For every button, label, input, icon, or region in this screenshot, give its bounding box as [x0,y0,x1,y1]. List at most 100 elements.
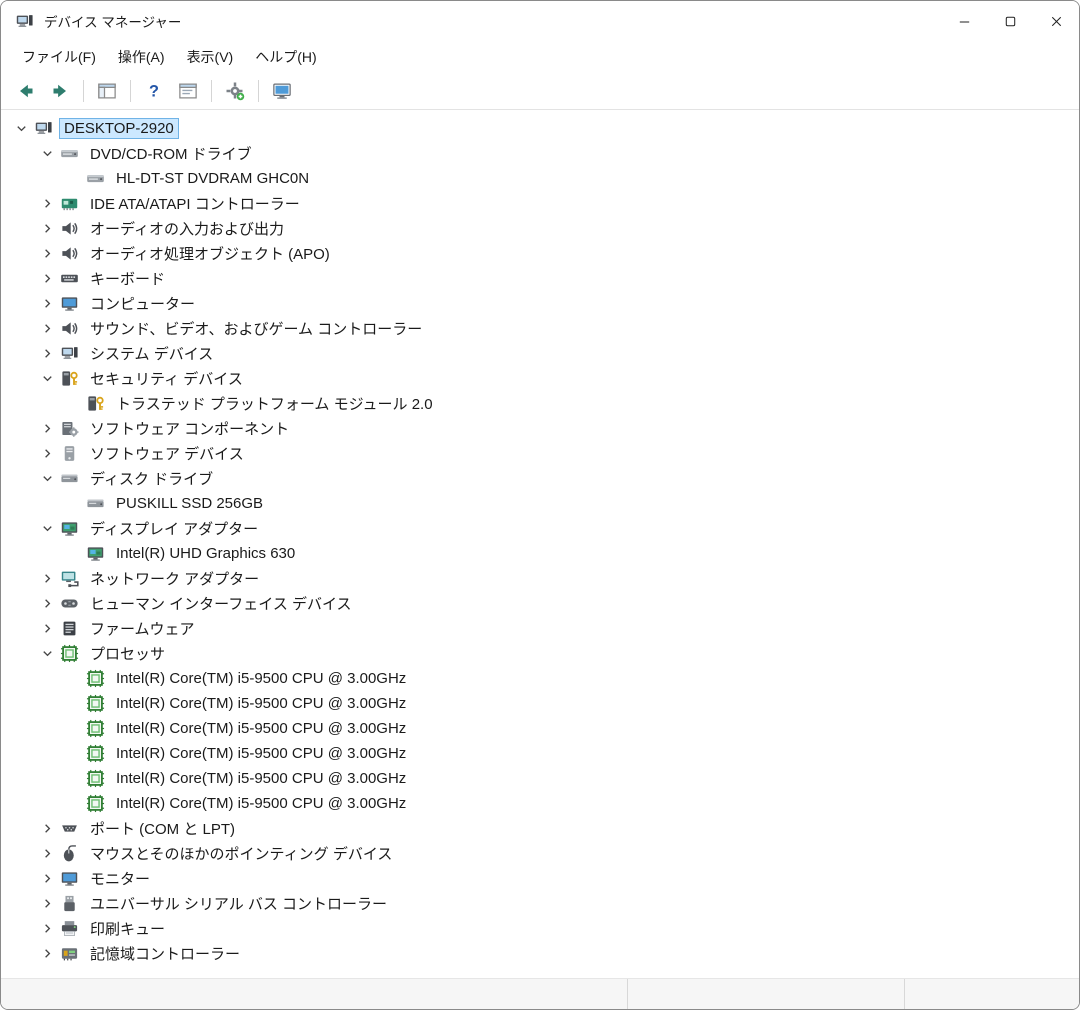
tree-item-label: Intel(R) Core(TM) i5-9500 CPU @ 3.00GHz [116,695,407,712]
tree-item[interactable]: IDE ATA/ATAPI コントローラー [1,191,1079,216]
close-button[interactable] [1033,1,1079,41]
tree-item[interactable]: ディスプレイ アダプター [1,516,1079,541]
tree-item[interactable]: ソフトウェア コンポーネント [1,416,1079,441]
chevron-down-icon[interactable] [35,645,60,663]
menu-help[interactable]: ヘルプ(H) [244,42,327,72]
maximize-button[interactable] [987,1,1033,41]
chevron-down-icon[interactable] [35,470,60,488]
tree-item-label: IDE ATA/ATAPI コントローラー [90,196,300,213]
tree-item[interactable]: ユニバーサル シリアル バス コントローラー [1,891,1079,916]
chevron-right-icon[interactable] [35,270,60,288]
tree-item[interactable]: 印刷キュー [1,916,1079,941]
chevron-right-icon[interactable] [35,895,60,913]
tree-item[interactable]: ネットワーク アダプター [1,566,1079,591]
back-button[interactable] [10,77,42,105]
chevron-right-icon[interactable] [35,570,60,588]
tree-item[interactable]: Intel(R) Core(TM) i5-9500 CPU @ 3.00GHz [1,741,1079,766]
tree-item[interactable]: Intel(R) Core(TM) i5-9500 CPU @ 3.00GHz [1,666,1079,691]
chevron-right-icon[interactable] [35,945,60,963]
tree-item[interactable]: マウスとそのほかのポインティング デバイス [1,841,1079,866]
chevron-down-icon[interactable] [35,520,60,538]
cpu-icon [86,719,105,738]
tree-item[interactable]: ディスク ドライブ [1,466,1079,491]
chevron-right-icon[interactable] [35,920,60,938]
chevron-right-icon[interactable] [35,870,60,888]
tree-item[interactable]: コンピューター [1,291,1079,316]
tree-item[interactable]: Intel(R) Core(TM) i5-9500 CPU @ 3.00GHz [1,766,1079,791]
tree-item[interactable]: オーディオ処理オブジェクト (APO) [1,241,1079,266]
chevron-right-icon[interactable] [35,220,60,238]
tree-item-label: Intel(R) Core(TM) i5-9500 CPU @ 3.00GHz [116,770,407,787]
titlebar[interactable]: デバイス マネージャー [1,1,1079,41]
tree-item[interactable]: トラステッド プラットフォーム モジュール 2.0 [1,391,1079,416]
help-icon: ? [144,81,164,101]
tree-item[interactable]: ソフトウェア デバイス [1,441,1079,466]
chevron-down-icon[interactable] [9,120,34,138]
menu-view[interactable]: 表示(V) [176,42,245,72]
properties-button[interactable] [172,77,204,105]
tree-item[interactable]: オーディオの入力および出力 [1,216,1079,241]
chevron-right-icon[interactable] [35,195,60,213]
chevron-down-icon[interactable] [35,370,60,388]
tree-item[interactable]: Intel(R) UHD Graphics 630 [1,541,1079,566]
chevron-right-icon[interactable] [35,245,60,263]
tree-item-label: DESKTOP-2920 [59,118,179,139]
tree-item[interactable]: Intel(R) Core(TM) i5-9500 CPU @ 3.00GHz [1,791,1079,816]
tree-item[interactable]: PUSKILL SSD 256GB [1,491,1079,516]
security-icon [60,369,79,388]
chevron-right-icon[interactable] [35,420,60,438]
scan-hardware-button[interactable] [219,77,251,105]
chevron-right-icon[interactable] [35,295,60,313]
remote-computer-button[interactable] [266,77,298,105]
tree-item[interactable]: Intel(R) Core(TM) i5-9500 CPU @ 3.00GHz [1,691,1079,716]
chevron-right-icon[interactable] [35,345,60,363]
minimize-button[interactable] [941,1,987,41]
tree-item[interactable]: 記憶域コントローラー [1,941,1079,966]
tree-item[interactable]: モニター [1,866,1079,891]
tree-item[interactable]: HL-DT-ST DVDRAM GHC0N [1,166,1079,191]
menu-file[interactable]: ファイル(F) [11,42,107,72]
show-console-tree-button[interactable] [91,77,123,105]
chevron-down-icon[interactable] [35,145,60,163]
maximize-icon [1003,14,1018,29]
tree-item-label: キーボード [90,271,166,288]
tree-item[interactable]: セキュリティ デバイス [1,366,1079,391]
window-controls [941,1,1079,41]
menu-action[interactable]: 操作(A) [107,42,176,72]
tree-item[interactable]: DVD/CD-ROM ドライブ [1,141,1079,166]
console-tree-icon [97,81,117,101]
tree-item[interactable]: システム デバイス [1,341,1079,366]
chevron-right-icon[interactable] [35,620,60,638]
security-icon [86,394,105,413]
tree-item-label: ディスプレイ アダプター [90,521,259,538]
tree-item-label: DVD/CD-ROM ドライブ [90,146,252,163]
forward-button[interactable] [44,77,76,105]
tree-item[interactable]: キーボード [1,266,1079,291]
tree-item[interactable]: プロセッサ [1,641,1079,666]
sw-device-icon [60,444,79,463]
tree-item[interactable]: DESKTOP-2920 [1,116,1079,141]
chevron-right-icon[interactable] [35,445,60,463]
tree-item[interactable]: ポート (COM と LPT) [1,816,1079,841]
tree-item[interactable]: Intel(R) Core(TM) i5-9500 CPU @ 3.00GHz [1,716,1079,741]
chevron-right-icon[interactable] [35,845,60,863]
chevron-right-icon[interactable] [35,320,60,338]
tree-item[interactable]: ヒューマン インターフェイス デバイス [1,591,1079,616]
tree-item[interactable]: ファームウェア [1,616,1079,641]
tree-item[interactable]: サウンド、ビデオ、およびゲーム コントローラー [1,316,1079,341]
chevron-right-icon[interactable] [35,820,60,838]
monitor-icon [60,869,79,888]
svg-text:?: ? [149,83,159,101]
keyboard-icon [60,269,79,288]
toolbar-separator [83,80,84,102]
cpu-icon [60,644,79,663]
chevron-right-icon[interactable] [35,595,60,613]
help-button[interactable]: ? [138,77,170,105]
hid-icon [60,594,79,613]
disk-icon [86,494,105,513]
